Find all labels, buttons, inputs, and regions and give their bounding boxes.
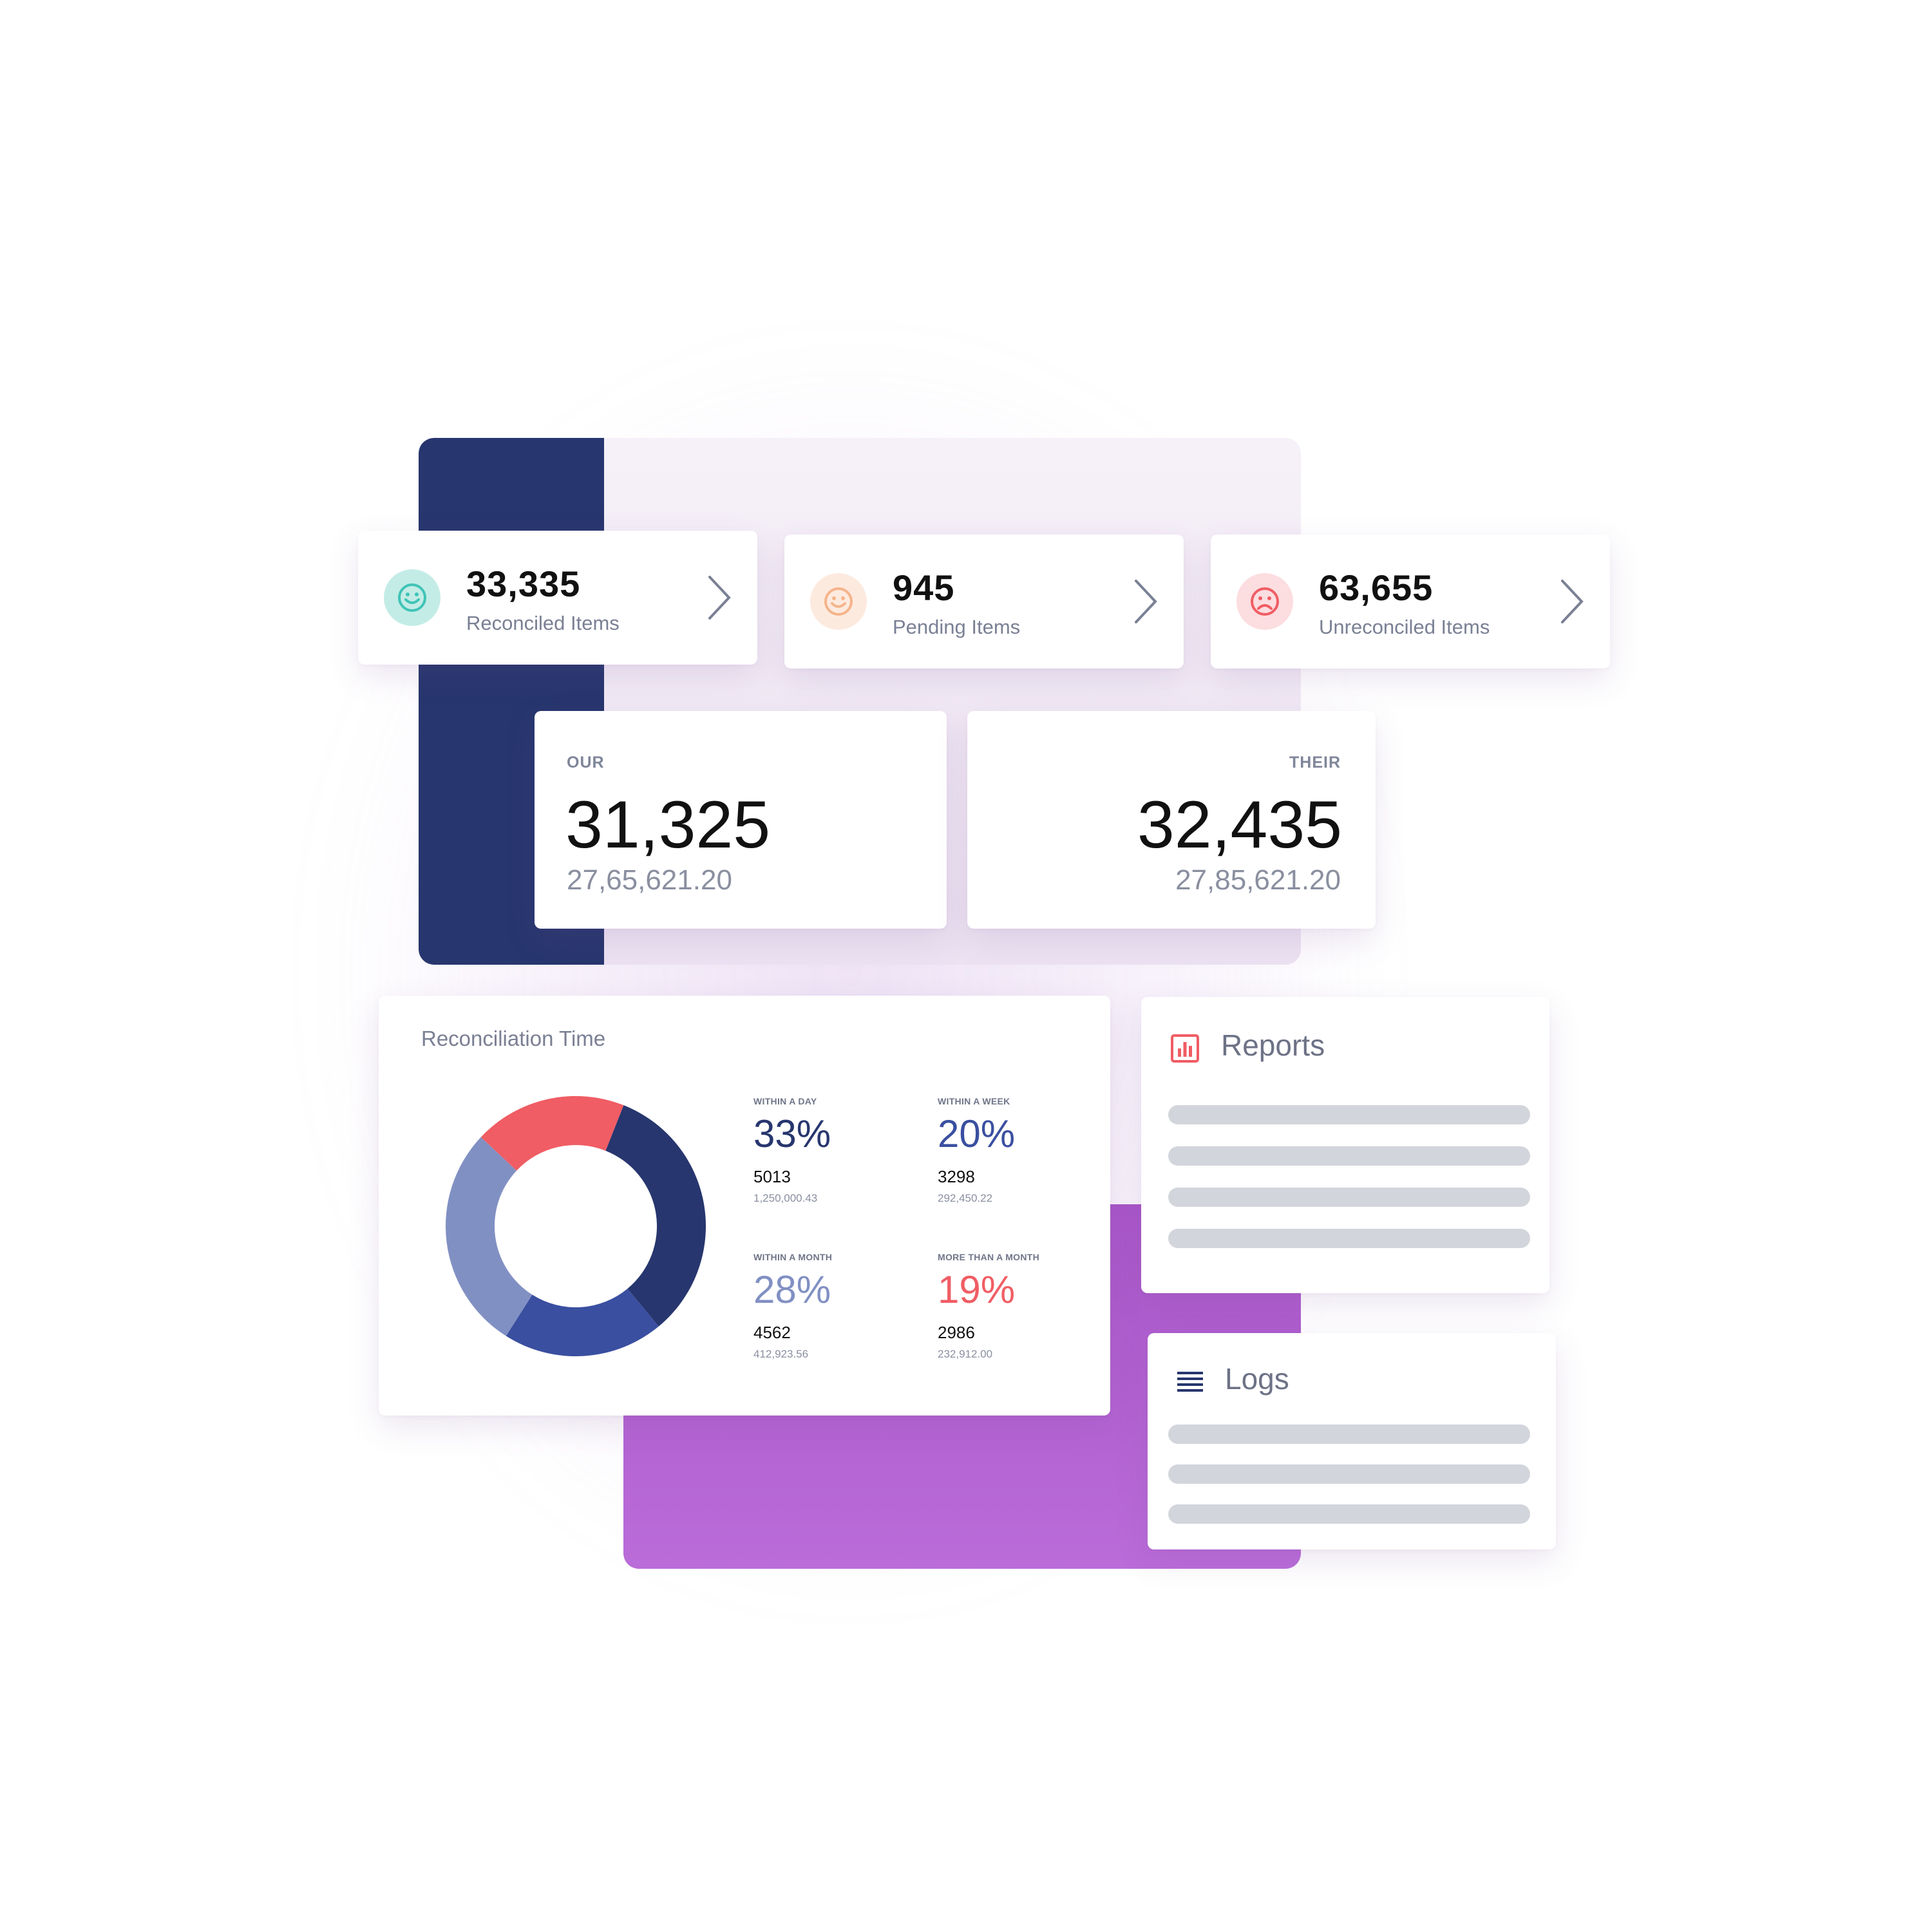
bar-chart-icon (1171, 1034, 1199, 1063)
reconciled-label: Reconciled Items (466, 612, 620, 634)
reconciliation-donut-chart (446, 1096, 706, 1356)
frown-icon (1236, 573, 1293, 630)
report-placeholder-line (1168, 1105, 1530, 1124)
log-placeholder-line (1168, 1464, 1530, 1484)
unreconciled-count: 63,655 (1319, 567, 1434, 608)
chevron-right-icon[interactable] (1556, 578, 1588, 625)
report-placeholder-line (1168, 1146, 1530, 1166)
our-label: OUR (567, 753, 605, 772)
reconciliation-time-card: Reconciliation Time WITHIN A DAY 33% 501… (379, 996, 1110, 1416)
report-placeholder-line (1168, 1188, 1530, 1207)
reconciled-items-card[interactable]: 33,335 Reconciled Items (358, 531, 757, 665)
our-amount: 27,65,621.20 (567, 864, 732, 896)
stat-caption: MORE THAN A MONTH (938, 1252, 1040, 1262)
reconciliation-title: Reconciliation Time (421, 1027, 606, 1050)
smile-icon (384, 569, 440, 626)
reports-title: Reports (1221, 1028, 1325, 1062)
stat-amount: 412,923.56 (753, 1348, 809, 1360)
our-count: 31,325 (565, 788, 771, 862)
stat-within-a-day: WITHIN A DAY 33% 5013 1,250,000.43 (753, 1096, 914, 1205)
their-count: 32,435 (1137, 788, 1342, 862)
pending-label: Pending Items (893, 616, 1021, 638)
unreconciled-label: Unreconciled Items (1319, 616, 1490, 638)
stat-percent: 19% (938, 1268, 1016, 1311)
their-amount: 27,85,621.20 (1175, 864, 1341, 896)
stat-percent: 33% (753, 1112, 831, 1155)
stat-count: 4562 (753, 1323, 791, 1342)
pending-count: 945 (893, 567, 955, 608)
stat-within-a-month: WITHIN A MONTH 28% 4562 412,923.56 (753, 1252, 914, 1361)
list-icon (1177, 1372, 1203, 1392)
stat-within-a-week: WITHIN A WEEK 20% 3298 292,450.22 (938, 1096, 1099, 1205)
unreconciled-items-card[interactable]: 63,655 Unreconciled Items (1211, 535, 1610, 668)
stat-count: 3298 (938, 1167, 975, 1186)
stat-caption: WITHIN A WEEK (938, 1096, 1010, 1106)
chevron-right-icon[interactable] (703, 574, 735, 621)
stat-more-than-a-month: MORE THAN A MONTH 19% 2986 232,912.00 (938, 1252, 1099, 1361)
smile-icon (810, 573, 867, 630)
stat-count: 5013 (753, 1167, 791, 1186)
stat-percent: 20% (938, 1112, 1016, 1155)
chevron-right-icon[interactable] (1130, 578, 1162, 625)
log-placeholder-line (1168, 1504, 1530, 1524)
pending-items-card[interactable]: 945 Pending Items (784, 535, 1184, 668)
their-label: THEIR (1289, 753, 1341, 772)
stat-caption: WITHIN A DAY (753, 1096, 817, 1106)
report-placeholder-line (1168, 1229, 1530, 1248)
log-placeholder-line (1168, 1425, 1530, 1444)
donut-slice-within-a-day (605, 1105, 706, 1327)
stat-percent: 28% (753, 1268, 831, 1311)
logs-card[interactable]: Logs (1148, 1333, 1556, 1549)
their-totals-card: THEIR 32,435 27,85,621.20 (967, 711, 1376, 929)
reconciled-count: 33,335 (466, 564, 581, 604)
stat-amount: 232,912.00 (938, 1348, 993, 1360)
stat-amount: 1,250,000.43 (753, 1192, 818, 1204)
stat-count: 2986 (938, 1323, 975, 1342)
stat-caption: WITHIN A MONTH (753, 1252, 833, 1262)
our-totals-card: OUR 31,325 27,65,621.20 (535, 711, 947, 929)
reports-card[interactable]: Reports (1141, 997, 1549, 1293)
stat-amount: 292,450.22 (938, 1192, 993, 1204)
logs-title: Logs (1225, 1362, 1289, 1396)
